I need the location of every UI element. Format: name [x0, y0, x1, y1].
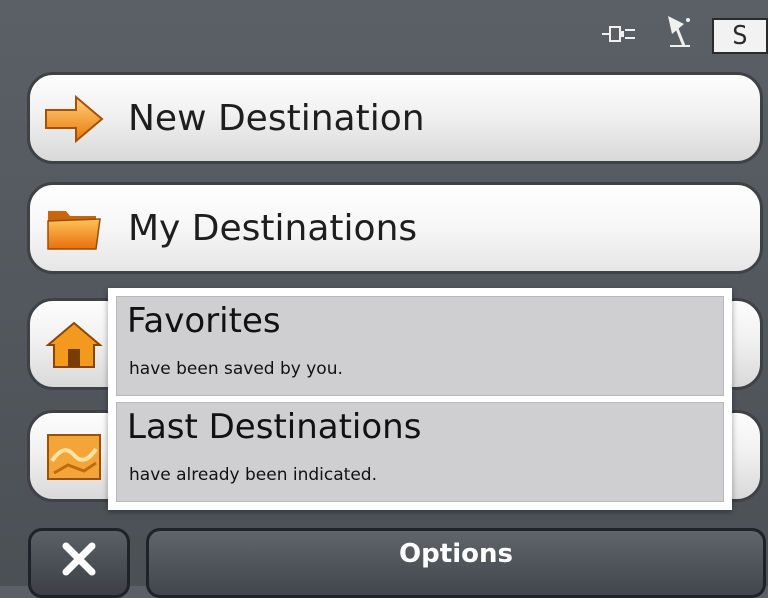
close-button[interactable]	[28, 528, 130, 598]
last-destinations-item[interactable]: Last Destinations have already been indi…	[116, 402, 724, 502]
folder-icon	[47, 211, 101, 250]
my-destinations-button[interactable]: My Destinations	[27, 182, 763, 274]
new-destination-label: New Destination	[128, 98, 425, 139]
favorites-title: Favorites	[127, 301, 281, 341]
favorites-subtitle: have been saved by you.	[129, 359, 343, 379]
last-destinations-subtitle: have already been indicated.	[129, 465, 377, 485]
options-button[interactable]: Options	[146, 528, 766, 598]
home-icon	[45, 321, 103, 368]
close-icon	[62, 542, 96, 576]
arrow-right-icon	[45, 94, 104, 144]
status-bar: S	[0, 0, 768, 64]
map-icon	[47, 434, 101, 480]
my-destinations-label: My Destinations	[128, 208, 418, 249]
satellite-icon	[668, 16, 690, 47]
new-destination-button[interactable]: New Destination	[27, 72, 763, 164]
last-destinations-title: Last Destinations	[127, 407, 422, 447]
gps-status-badge: S	[712, 18, 768, 54]
favorites-item[interactable]: Favorites have been saved by you.	[116, 296, 724, 396]
options-label: Options	[399, 539, 513, 569]
power-plug-icon	[602, 26, 635, 42]
my-destinations-popup: Favorites have been saved by you. Last D…	[108, 288, 732, 510]
